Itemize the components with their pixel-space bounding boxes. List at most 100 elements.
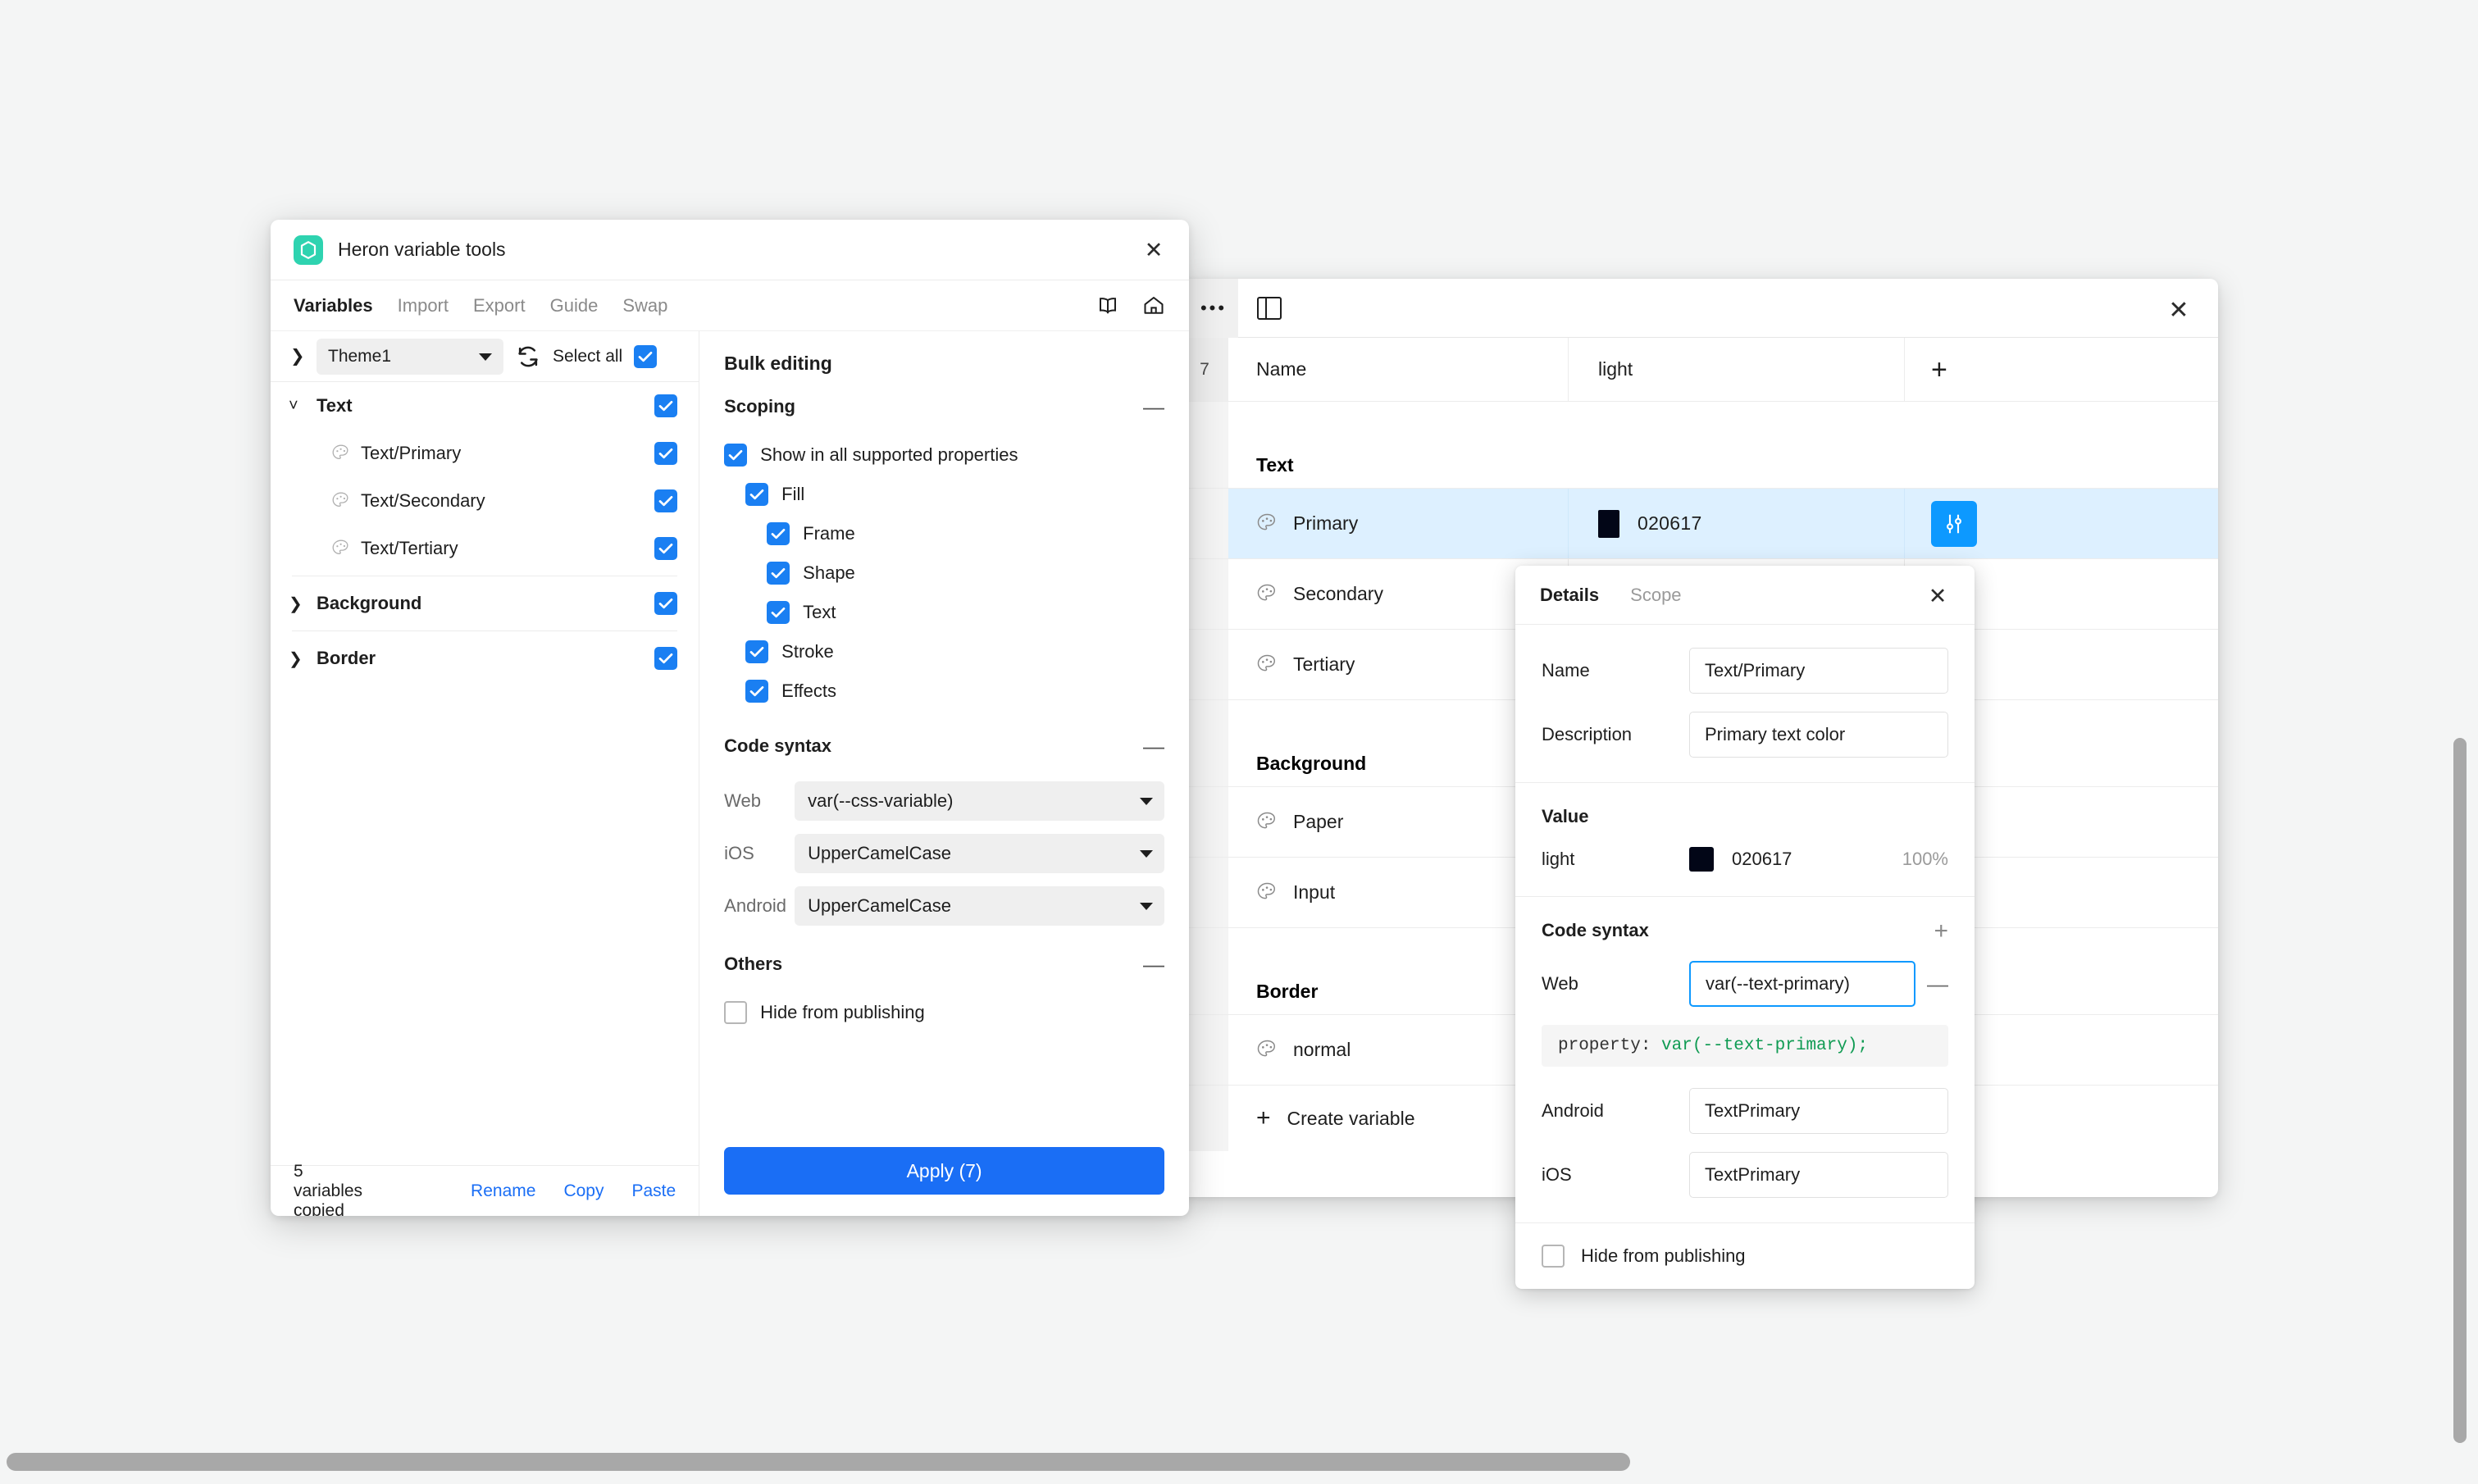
chevron-right-icon[interactable]: ❯ <box>289 649 307 669</box>
plugin-title-bar: Heron variable tools ✕ <box>271 220 1189 280</box>
tree-group-text[interactable]: ˅ Text <box>271 382 699 430</box>
tree-group-border[interactable]: ❯ Border <box>271 635 699 682</box>
plus-icon: + <box>1256 1104 1271 1131</box>
scoping-stroke-row[interactable]: Stroke <box>724 632 1164 671</box>
stroke-checkbox[interactable] <box>745 640 769 663</box>
book-icon[interactable] <box>1094 292 1122 320</box>
tree-item-text-primary[interactable]: Text/Primary <box>271 430 699 477</box>
tree-group-checkbox[interactable] <box>654 394 678 417</box>
variable-name: Input <box>1293 881 1336 903</box>
scoping-frame-row[interactable]: Frame <box>724 514 1164 553</box>
tree-item-checkbox[interactable] <box>654 537 678 560</box>
tree-group-background[interactable]: ❯ Background <box>271 580 699 627</box>
tree-item-checkbox[interactable] <box>654 442 678 465</box>
chevron-down-icon <box>1140 798 1153 805</box>
paste-link[interactable]: Paste <box>631 1181 676 1201</box>
scoping-fill-row[interactable]: Fill <box>724 475 1164 514</box>
text-checkbox[interactable] <box>767 601 790 624</box>
hide-from-publishing-checkbox[interactable] <box>1542 1245 1565 1268</box>
close-icon[interactable]: ✕ <box>1138 234 1169 266</box>
description-label: Description <box>1542 724 1633 744</box>
android-syntax-input[interactable]: TextPrimary <box>1689 1088 1948 1134</box>
tree-item-text-tertiary[interactable]: Text/Tertiary <box>271 525 699 572</box>
check-icon <box>749 489 764 500</box>
fill-checkbox[interactable] <box>745 483 769 506</box>
add-code-syntax-icon[interactable]: + <box>1934 918 1948 943</box>
apply-button[interactable]: Apply (7) <box>724 1147 1164 1195</box>
tab-import[interactable]: Import <box>398 295 449 316</box>
tab-swap[interactable]: Swap <box>622 295 667 316</box>
tab-details[interactable]: Details <box>1540 585 1599 606</box>
description-input[interactable]: Primary text color <box>1689 712 1948 758</box>
add-column-icon[interactable]: + <box>1931 356 1947 384</box>
scoping-effects-row[interactable]: Effects <box>724 671 1164 711</box>
code-syntax-section-header: Code syntax — <box>724 735 1164 757</box>
value-hex[interactable]: 020617 <box>1732 849 1902 870</box>
rename-link[interactable]: Rename <box>471 1181 535 1201</box>
select-all-checkbox[interactable] <box>634 344 658 368</box>
tree-group-checkbox[interactable] <box>654 647 678 670</box>
tree-group-checkbox[interactable] <box>654 592 678 615</box>
tree-item-checkbox[interactable] <box>654 489 678 512</box>
tab-guide[interactable]: Guide <box>550 295 599 316</box>
shape-checkbox[interactable] <box>767 562 790 585</box>
remove-web-syntax-icon[interactable]: — <box>1915 973 1948 995</box>
plugin-title: Heron variable tools <box>338 239 506 260</box>
effects-checkbox[interactable] <box>745 680 769 703</box>
name-input[interactable]: Text/Primary <box>1689 648 1948 694</box>
web-syntax-select[interactable]: var(--css-variable) <box>795 781 1164 821</box>
close-icon[interactable]: ✕ <box>2162 294 2195 326</box>
chevron-right-icon[interactable]: ❯ <box>289 594 307 614</box>
split-panel-icon[interactable] <box>1257 297 1282 320</box>
plugin-right-column: Bulk editing Scoping — Show in all suppo… <box>699 331 1189 1216</box>
collection-toolbar: ❯ Theme1 Select all <box>271 331 699 382</box>
collapse-code-syntax-icon[interactable]: — <box>1143 735 1164 757</box>
refresh-glyph <box>518 346 538 366</box>
scoping-text-row[interactable]: Text <box>724 593 1164 632</box>
home-icon[interactable] <box>1140 292 1168 320</box>
ios-syntax-input[interactable]: TextPrimary <box>1689 1152 1948 1198</box>
close-icon[interactable]: ✕ <box>1924 582 1952 610</box>
variable-name: Tertiary <box>1293 653 1355 675</box>
hide-from-publishing-checkbox[interactable] <box>724 1001 748 1024</box>
refresh-icon[interactable] <box>515 344 541 370</box>
android-syntax-select[interactable]: UpperCamelCase <box>795 886 1164 926</box>
check-icon <box>771 567 786 579</box>
effects-label: Effects <box>781 681 837 701</box>
collapse-scoping-icon[interactable]: — <box>1143 396 1164 417</box>
frame-checkbox[interactable] <box>767 522 790 545</box>
chevron-right-icon[interactable]: ❯ <box>290 346 305 366</box>
collection-select[interactable]: Theme1 <box>317 338 503 375</box>
copy-link[interactable]: Copy <box>563 1181 604 1201</box>
check-icon <box>728 449 743 461</box>
android-syntax-row: Android TextPrimary <box>1542 1088 1948 1134</box>
hide-from-publishing-row[interactable]: Hide from publishing <box>724 993 1164 1032</box>
scoping-shape-row[interactable]: Shape <box>724 553 1164 593</box>
color-swatch[interactable] <box>1689 847 1714 872</box>
more-options-icon[interactable]: ••• <box>1189 279 1238 338</box>
chevron-down-icon <box>1140 850 1153 858</box>
tab-export[interactable]: Export <box>473 295 526 316</box>
vertical-scrollbar[interactable] <box>2453 738 2467 1443</box>
figma-toolbar: ••• ✕ <box>1181 279 2218 338</box>
variable-value-cell[interactable]: 020617 <box>1569 489 1905 558</box>
tab-scope[interactable]: Scope <box>1630 585 1681 606</box>
plugin-nav: Variables Import Export Guide Swap <box>271 280 1189 331</box>
table-row[interactable]: Primary 020617 <box>1181 489 2218 559</box>
ios-syntax-select[interactable]: UpperCamelCase <box>795 834 1164 873</box>
column-header-name: Name <box>1228 338 1569 401</box>
collapse-others-icon[interactable]: — <box>1143 954 1164 975</box>
tab-variables[interactable]: Variables <box>294 295 373 316</box>
scoping-show-all-row[interactable]: Show in all supported properties <box>724 435 1164 475</box>
variable-name-cell[interactable]: Primary <box>1228 489 1569 558</box>
web-label: Web <box>724 790 762 811</box>
horizontal-scrollbar[interactable] <box>7 1453 1630 1471</box>
show-all-properties-checkbox[interactable] <box>724 444 748 467</box>
hex-value: 020617 <box>1638 512 1702 534</box>
details-hide-from-publishing-row[interactable]: Hide from publishing <box>1515 1223 1975 1289</box>
chevron-down-icon[interactable]: ˅ <box>289 397 307 416</box>
web-syntax-input[interactable]: var(--text-primary) <box>1689 961 1915 1007</box>
value-opacity[interactable]: 100% <box>1902 849 1948 870</box>
tune-settings-button[interactable] <box>1931 500 1977 547</box>
tree-item-text-secondary[interactable]: Text/Secondary <box>271 477 699 525</box>
